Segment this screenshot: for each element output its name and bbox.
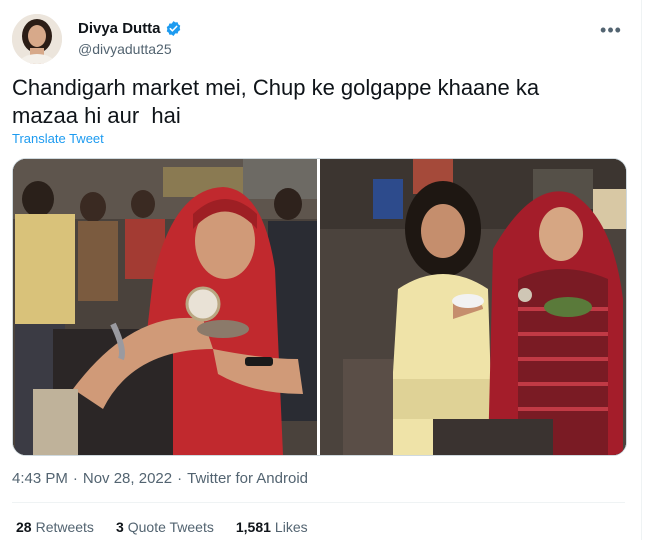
frame-border xyxy=(641,0,642,540)
quote-tweets-stat[interactable]: 3 Quote Tweets xyxy=(116,519,214,535)
likes-label: Likes xyxy=(274,519,308,535)
retweets-label: Retweets xyxy=(35,519,94,535)
tweet-date[interactable]: Nov 28, 2022 xyxy=(83,470,172,487)
retweets-count: 28 xyxy=(16,519,32,535)
tweet-time[interactable]: 4:43 PM xyxy=(12,470,68,487)
tweet-text: Chandigarh market mei, Chup ke golgappe … xyxy=(12,75,540,128)
translate-tweet-link[interactable]: Translate Tweet xyxy=(12,131,104,146)
tweet-client[interactable]: Twitter for Android xyxy=(187,470,308,487)
meta-separator: · xyxy=(72,470,78,487)
divider xyxy=(12,502,625,503)
display-name[interactable]: Divya Dutta xyxy=(78,20,161,37)
tweet-header: Divya Dutta @divyadutta25 ••• xyxy=(12,12,632,64)
likes-count: 1,581 xyxy=(235,519,271,535)
meta-separator: · xyxy=(177,470,183,487)
quote-tweets-count: 3 xyxy=(115,519,124,535)
photo-right[interactable] xyxy=(320,159,626,455)
tweet-stats: 28 Retweets 3 Quote Tweets 1,581 Likes xyxy=(16,519,308,535)
tweet-media[interactable] xyxy=(12,158,627,456)
user-handle[interactable]: @divyadutta25 xyxy=(78,41,172,57)
avatar[interactable] xyxy=(12,14,62,64)
likes-stat[interactable]: 1,581 Likes xyxy=(236,519,308,535)
photo-left[interactable] xyxy=(13,159,317,455)
tweet-meta: 4:43 PM · Nov 28, 2022 · Twitter for And… xyxy=(12,470,308,487)
more-options-icon[interactable]: ••• xyxy=(598,20,624,40)
verified-badge-icon xyxy=(165,20,182,37)
retweets-stat[interactable]: 28 Retweets xyxy=(16,519,94,535)
name-row: Divya Dutta xyxy=(78,20,182,37)
quote-tweets-label: Quote Tweets xyxy=(127,519,214,535)
